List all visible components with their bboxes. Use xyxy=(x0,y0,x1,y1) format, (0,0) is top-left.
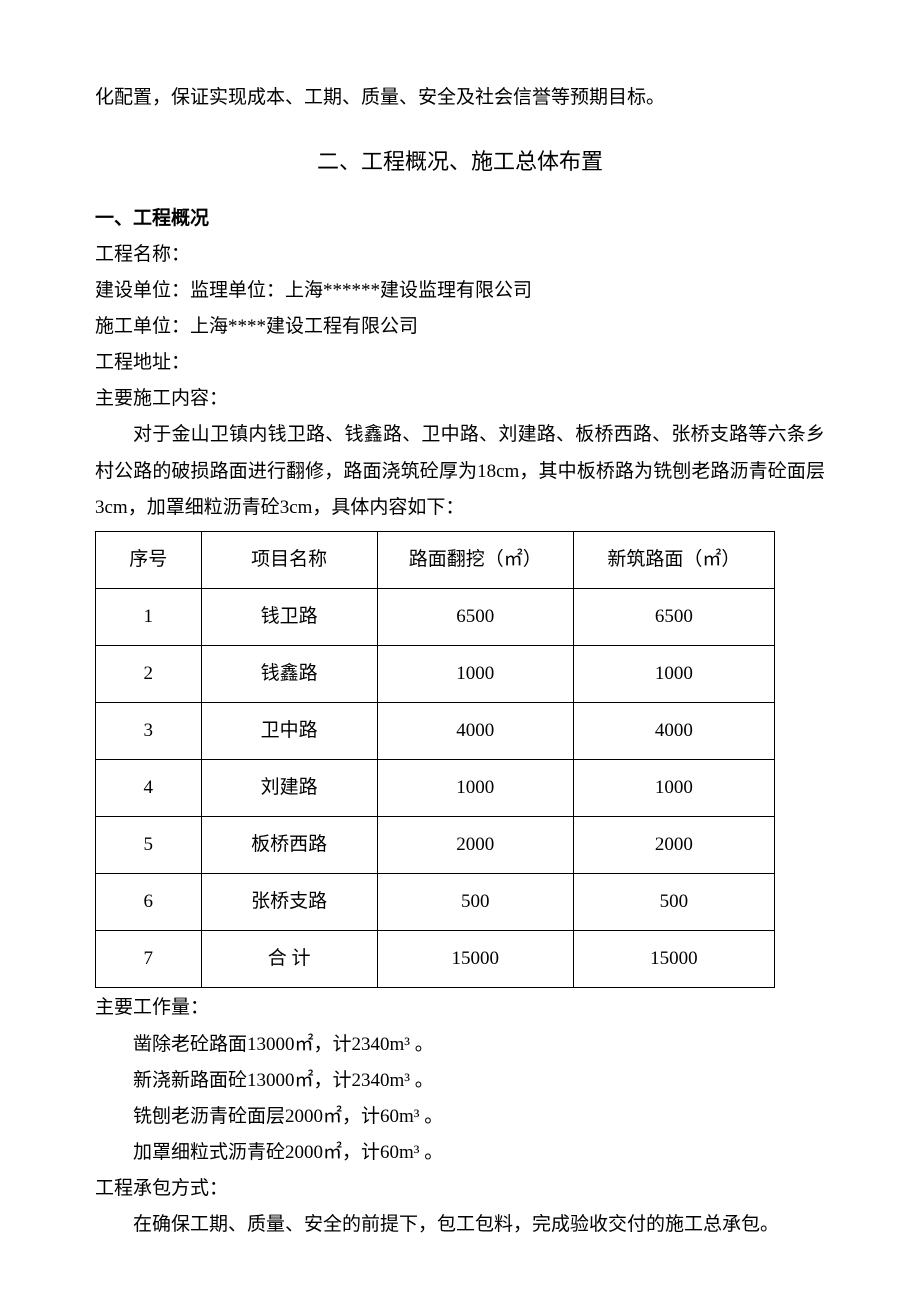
table-cell: 1000 xyxy=(573,645,774,702)
table-body: 1钱卫路650065002钱鑫路100010003卫中路400040004刘建路… xyxy=(96,588,775,988)
table-cell: 3 xyxy=(96,703,202,760)
content-label: 主要施工内容： xyxy=(95,381,825,417)
table-cell: 6 xyxy=(96,874,202,931)
sub-heading-1: 一、工程概况 xyxy=(95,201,825,237)
table-cell: 1000 xyxy=(377,760,573,817)
table-row: 4刘建路10001000 xyxy=(96,760,775,817)
table-header-row: 序号 项目名称 路面翻挖（㎡） 新筑路面（㎡） xyxy=(96,531,775,588)
table-row: 1钱卫路65006500 xyxy=(96,588,775,645)
table-cell: 卫中路 xyxy=(201,703,377,760)
table-row: 2钱鑫路10001000 xyxy=(96,645,775,702)
table-cell: 4000 xyxy=(573,703,774,760)
table-row: 6张桥支路500500 xyxy=(96,874,775,931)
th-dig: 路面翻挖（㎡） xyxy=(377,531,573,588)
table-cell: 1000 xyxy=(573,760,774,817)
section-heading: 二、工程概况、施工总体布置 xyxy=(95,141,825,183)
table-cell: 500 xyxy=(377,874,573,931)
table-cell: 合 计 xyxy=(201,931,377,988)
data-table: 序号 项目名称 路面翻挖（㎡） 新筑路面（㎡） 1钱卫路650065002钱鑫路… xyxy=(95,531,775,989)
table-row: 7合 计1500015000 xyxy=(96,931,775,988)
workload-items: 凿除老砼路面13000㎡，计2340m³ 。新浇新路面砼13000㎡，计2340… xyxy=(95,1027,825,1171)
table-cell: 6500 xyxy=(377,588,573,645)
table-cell: 张桥支路 xyxy=(201,874,377,931)
table-cell: 刘建路 xyxy=(201,760,377,817)
intro-fragment: 化配置，保证实现成本、工期、质量、安全及社会信誉等预期目标。 xyxy=(95,80,825,116)
table-cell: 钱鑫路 xyxy=(201,645,377,702)
list-item: 凿除老砼路面13000㎡，计2340m³ 。 xyxy=(95,1027,825,1063)
table-cell: 5 xyxy=(96,817,202,874)
table-cell: 2000 xyxy=(573,817,774,874)
contractor-line: 施工单位：上海****建设工程有限公司 xyxy=(95,309,825,345)
contract-label: 工程承包方式： xyxy=(95,1171,825,1207)
builder-line: 建设单位：监理单位：上海******建设监理有限公司 xyxy=(95,273,825,309)
table-cell: 钱卫路 xyxy=(201,588,377,645)
table-cell: 7 xyxy=(96,931,202,988)
th-seq: 序号 xyxy=(96,531,202,588)
table-row: 3卫中路40004000 xyxy=(96,703,775,760)
table-cell: 15000 xyxy=(377,931,573,988)
list-item: 加罩细粒式沥青砼2000㎡，计60m³ 。 xyxy=(95,1135,825,1171)
list-item: 铣刨老沥青砼面层2000㎡，计60m³ 。 xyxy=(95,1099,825,1135)
workload-label: 主要工作量： xyxy=(95,990,825,1026)
data-table-wrapper: 序号 项目名称 路面翻挖（㎡） 新筑路面（㎡） 1钱卫路650065002钱鑫路… xyxy=(95,531,825,989)
th-new: 新筑路面（㎡） xyxy=(573,531,774,588)
table-cell: 6500 xyxy=(573,588,774,645)
table-cell: 2000 xyxy=(377,817,573,874)
th-name: 项目名称 xyxy=(201,531,377,588)
table-cell: 4000 xyxy=(377,703,573,760)
list-item: 新浇新路面砼13000㎡，计2340m³ 。 xyxy=(95,1063,825,1099)
table-cell: 板桥西路 xyxy=(201,817,377,874)
table-cell: 4 xyxy=(96,760,202,817)
table-cell: 1 xyxy=(96,588,202,645)
table-row: 5板桥西路20002000 xyxy=(96,817,775,874)
table-cell: 500 xyxy=(573,874,774,931)
table-cell: 1000 xyxy=(377,645,573,702)
address-line: 工程地址： xyxy=(95,345,825,381)
content-paragraph: 对于金山卫镇内钱卫路、钱鑫路、卫中路、刘建路、板桥西路、张桥支路等六条乡村公路的… xyxy=(95,417,825,525)
contract-text: 在确保工期、质量、安全的前提下，包工包料，完成验收交付的施工总承包。 xyxy=(95,1207,825,1243)
table-cell: 2 xyxy=(96,645,202,702)
table-cell: 15000 xyxy=(573,931,774,988)
project-name-line: 工程名称： xyxy=(95,237,825,273)
